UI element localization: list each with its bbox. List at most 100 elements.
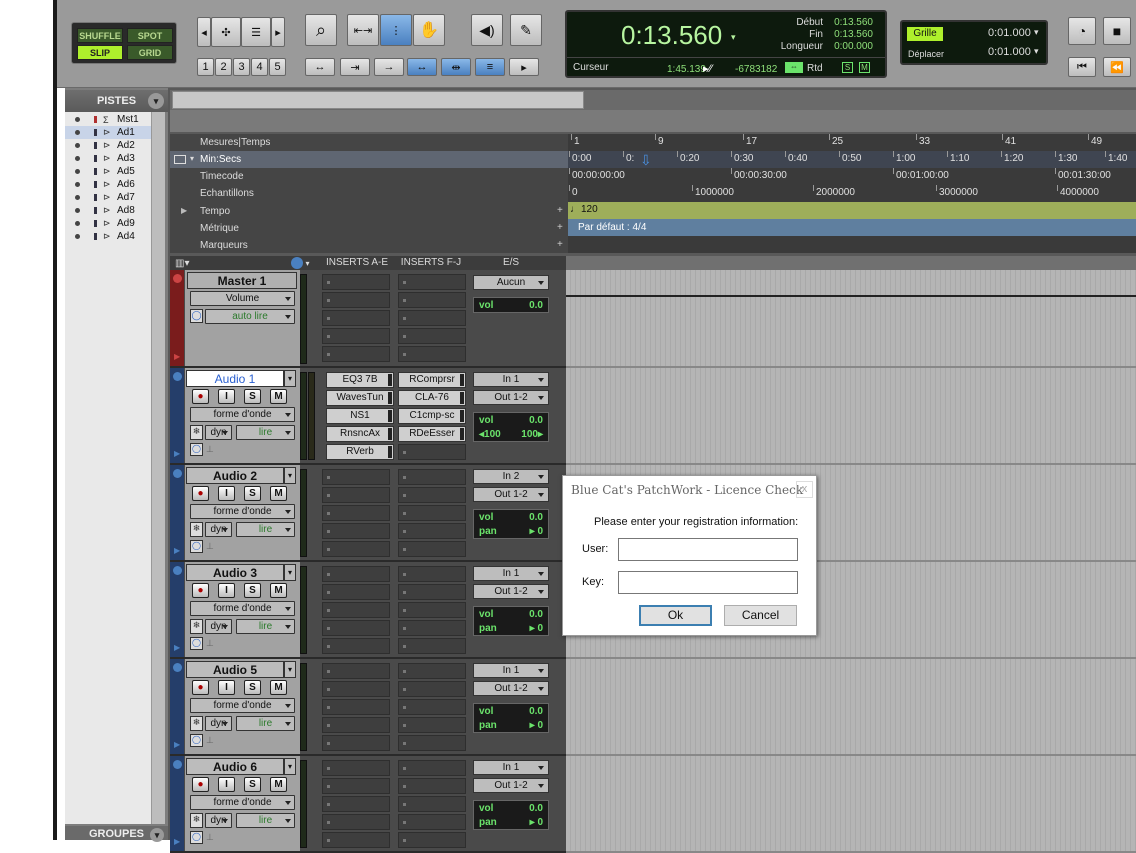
elastic-mode-selector[interactable]: dyn bbox=[205, 522, 232, 537]
timebase-icon[interactable] bbox=[291, 257, 304, 269]
tempo-lane[interactable]: ♩ 120 bbox=[568, 202, 1136, 219]
track-select-marker[interactable] bbox=[94, 142, 97, 149]
zoom-out-icon[interactable]: ◂ bbox=[197, 17, 211, 47]
marqueurs-lane[interactable] bbox=[568, 236, 1136, 253]
insertion-follows-icon[interactable]: ↔ bbox=[407, 58, 437, 76]
link-selection-icon[interactable]: ≡ bbox=[475, 58, 505, 76]
add-marker-icon[interactable]: + bbox=[557, 239, 563, 250]
track-name[interactable]: Audio 6 bbox=[186, 758, 284, 775]
track-menu-icon[interactable] bbox=[173, 760, 182, 769]
grid-mode-button[interactable]: GRID bbox=[127, 45, 173, 60]
vol-value[interactable]: 0.0 bbox=[529, 415, 543, 426]
longueur-value[interactable]: 0:00.000 bbox=[823, 41, 873, 52]
tracks-panel-menu-icon[interactable]: ▾ bbox=[148, 93, 164, 109]
track-menu-icon[interactable] bbox=[173, 372, 182, 381]
timebase-dropdown-icon[interactable]: ▾ bbox=[305, 259, 309, 268]
key-field[interactable] bbox=[618, 571, 798, 594]
automation-icon[interactable]: ◯ bbox=[190, 734, 203, 747]
track-list-item[interactable]: Σ Mst1 bbox=[65, 113, 151, 126]
record-enable-button[interactable]: ● bbox=[192, 583, 209, 598]
volume-pan-box[interactable]: vol 0.0 ◂100 100▸ bbox=[473, 412, 549, 442]
m-indicator-icon[interactable]: M bbox=[859, 62, 870, 73]
volume-pan-box[interactable]: vol 0.0 pan ▸ 0 bbox=[473, 509, 549, 539]
track-name-dropdown-icon[interactable]: ▾ bbox=[284, 370, 296, 387]
link-track-icon[interactable]: → bbox=[374, 58, 404, 76]
automation-mode-selector[interactable]: lire bbox=[236, 425, 295, 440]
track-list-item[interactable]: ⊳ Ad2 bbox=[65, 139, 151, 152]
master-track-menu-icon[interactable] bbox=[173, 274, 182, 283]
track-list-item[interactable]: ⊳ Ad9 bbox=[65, 217, 151, 230]
solo-button[interactable]: S bbox=[244, 777, 261, 792]
zoom-preset-4[interactable]: 4 bbox=[251, 58, 268, 76]
pan-value[interactable]: 0 bbox=[537, 623, 543, 634]
elastic-icon[interactable]: ❄ bbox=[190, 813, 203, 828]
elastic-mode-selector[interactable]: dyn bbox=[205, 425, 232, 440]
insert-ae-slot[interactable]: EQ3 7B bbox=[326, 372, 394, 388]
elastic-mode-selector[interactable]: dyn bbox=[205, 813, 232, 828]
mute-button[interactable]: M bbox=[270, 486, 287, 501]
user-field[interactable] bbox=[618, 538, 798, 561]
ruler-dropdown-icon[interactable]: ▾ bbox=[190, 154, 194, 163]
insert-ae-empty[interactable] bbox=[322, 541, 390, 557]
playhead-icon[interactable]: ⇩ bbox=[640, 152, 652, 169]
master-insert-i[interactable] bbox=[398, 328, 466, 344]
insert-ae-empty[interactable] bbox=[322, 760, 390, 776]
mute-button[interactable]: M bbox=[270, 777, 287, 792]
show-hide-dot-icon[interactable] bbox=[75, 156, 80, 161]
insert-ae-slot[interactable]: NS1 bbox=[326, 408, 394, 424]
track-expand-icon[interactable]: ▶ bbox=[174, 643, 180, 652]
insert-ae-empty[interactable] bbox=[322, 778, 390, 794]
track-select-marker[interactable] bbox=[94, 220, 97, 227]
overview-scroll-thumb[interactable] bbox=[172, 91, 584, 109]
insert-ae-slot[interactable]: WavesTun bbox=[326, 390, 394, 406]
insert-fj-empty[interactable] bbox=[398, 584, 466, 600]
track-view-selector[interactable]: forme d'onde bbox=[190, 795, 295, 810]
track-expand-icon[interactable]: ▶ bbox=[174, 740, 180, 749]
pan-value[interactable]: 0 bbox=[537, 526, 543, 537]
scrubber-tool-icon[interactable]: ◀) bbox=[471, 14, 503, 46]
add-meter-icon[interactable]: + bbox=[557, 222, 563, 233]
automation-icon[interactable]: ◯ bbox=[190, 637, 203, 650]
output-selector[interactable]: Out 1-2 bbox=[473, 390, 549, 405]
insert-ae-slot[interactable]: RnsncAx bbox=[326, 426, 394, 442]
metrique-lane[interactable]: Par défaut : 4/4 bbox=[568, 219, 1136, 236]
volume-pan-box[interactable]: vol 0.0 pan ▸ 0 bbox=[473, 606, 549, 636]
master-timeline-lane[interactable] bbox=[566, 270, 1136, 368]
scroll-icon[interactable]: ▸ bbox=[509, 58, 539, 76]
master-output-selector[interactable]: Aucun bbox=[473, 275, 549, 290]
insert-fj-empty[interactable] bbox=[398, 814, 466, 830]
insert-fj-empty[interactable] bbox=[398, 717, 466, 733]
insert-fj-empty[interactable] bbox=[398, 620, 466, 636]
solo-button[interactable]: S bbox=[244, 389, 261, 404]
show-hide-dot-icon[interactable] bbox=[75, 130, 80, 135]
master-insert-h[interactable] bbox=[398, 310, 466, 326]
insert-fj-empty[interactable] bbox=[398, 566, 466, 582]
insert-fj-empty[interactable] bbox=[398, 523, 466, 539]
automation-icon[interactable]: ◯ bbox=[190, 443, 203, 456]
insert-ae-empty[interactable] bbox=[322, 505, 390, 521]
insert-fj-empty[interactable] bbox=[398, 602, 466, 618]
vol-value[interactable]: 0.0 bbox=[529, 706, 543, 717]
track-view-selector[interactable]: forme d'onde bbox=[190, 407, 295, 422]
insert-ae-empty[interactable] bbox=[322, 717, 390, 733]
slip-mode-button[interactable]: SLIP bbox=[77, 45, 123, 60]
track-select-marker[interactable] bbox=[94, 207, 97, 214]
insert-fj-empty[interactable] bbox=[398, 505, 466, 521]
track-select-marker[interactable] bbox=[94, 116, 97, 123]
vol-value[interactable]: 0.0 bbox=[529, 609, 543, 620]
track-view-selector[interactable]: forme d'onde bbox=[190, 504, 295, 519]
master-volume-box[interactable]: vol 0.0 bbox=[473, 297, 549, 313]
show-hide-dot-icon[interactable] bbox=[75, 195, 80, 200]
track-expand-icon[interactable]: ▶ bbox=[174, 449, 180, 458]
insert-fj-empty[interactable] bbox=[398, 760, 466, 776]
track-select-marker[interactable] bbox=[94, 168, 97, 175]
insert-ae-empty[interactable] bbox=[322, 638, 390, 654]
insert-fj-slot[interactable]: C1cmp-sc bbox=[398, 408, 466, 424]
insert-ae-empty[interactable] bbox=[322, 663, 390, 679]
track-select-marker[interactable] bbox=[94, 194, 97, 201]
insert-fj-empty[interactable] bbox=[398, 487, 466, 503]
automation-mode-selector[interactable]: lire bbox=[236, 813, 295, 828]
zoom-preset-5[interactable]: 5 bbox=[269, 58, 286, 76]
elastic-mode-selector[interactable]: dyn bbox=[205, 716, 232, 731]
waveform-zoom-icon[interactable]: ✣ bbox=[211, 17, 241, 47]
